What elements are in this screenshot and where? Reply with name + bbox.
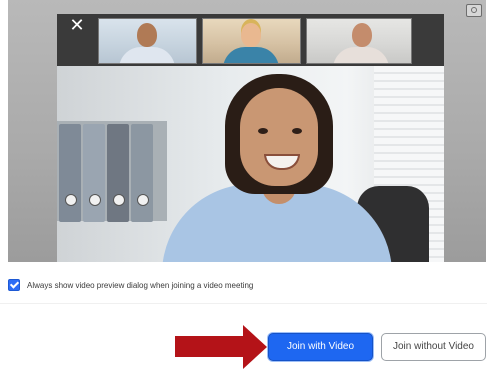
close-icon[interactable]: ✕: [68, 16, 86, 34]
video-preview-dialog: ✕ Always show video preview dialog when …: [0, 0, 487, 369]
binder: [59, 124, 81, 222]
participant-thumbnail-2[interactable]: [202, 18, 301, 64]
participant-body: [223, 47, 279, 63]
participant-thumbnail-3[interactable]: [306, 18, 412, 64]
binder: [107, 124, 129, 222]
red-arrow-shaft: [175, 336, 243, 357]
participant-head: [241, 23, 261, 47]
binder: [131, 124, 153, 222]
binder-ring: [137, 194, 149, 206]
checkbox-label: Always show video preview dialog when jo…: [27, 280, 254, 290]
join-with-video-button[interactable]: Join with Video: [268, 333, 373, 361]
binder-ring: [113, 194, 125, 206]
binder-ring: [65, 194, 77, 206]
camera-settings-icon[interactable]: [466, 4, 482, 17]
binder: [83, 124, 105, 222]
participant-body: [119, 47, 175, 63]
participant-thumbnail-1[interactable]: [98, 18, 197, 64]
person-eye: [258, 128, 268, 134]
footer-divider: [0, 303, 487, 304]
participant-body: [333, 47, 389, 63]
binder-ring: [89, 194, 101, 206]
video-preview-option[interactable]: Always show video preview dialog when jo…: [8, 278, 253, 292]
person-eye: [292, 128, 302, 134]
participant-head: [352, 23, 372, 47]
always-show-preview-checkbox[interactable]: [8, 279, 20, 291]
main-video-preview: [57, 66, 444, 262]
person-face: [240, 88, 318, 186]
red-arrow-icon: [243, 325, 267, 369]
participant-head: [137, 23, 157, 47]
join-without-video-button[interactable]: Join without Video: [381, 333, 486, 361]
